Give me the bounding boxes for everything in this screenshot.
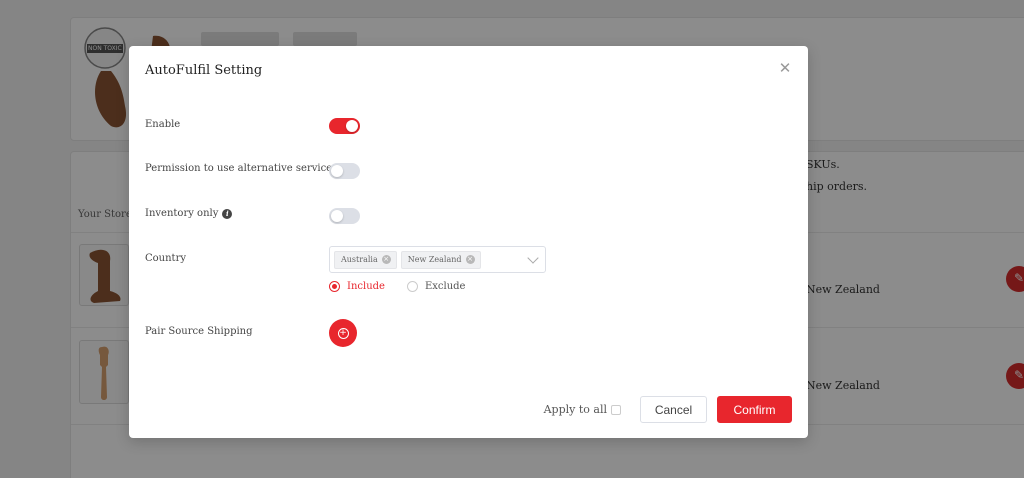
tag-remove-icon[interactable]: × bbox=[381, 255, 391, 264]
country-label: Country bbox=[145, 253, 186, 264]
country-tag-label: New Zealand bbox=[407, 255, 462, 264]
dialog-title: AutoFulfil Setting bbox=[145, 63, 263, 78]
country-select[interactable]: Australia × New Zealand × bbox=[329, 246, 546, 273]
close-icon[interactable]: ✕ bbox=[778, 61, 792, 76]
country-label-text: Country bbox=[145, 253, 187, 264]
toggle-knob bbox=[331, 165, 343, 177]
autofulfil-setting-dialog: AutoFulfil Setting ✕ Enable Permission t… bbox=[129, 46, 808, 438]
chevron-down-icon[interactable] bbox=[527, 252, 539, 264]
checkbox-box[interactable] bbox=[611, 404, 621, 415]
confirm-button[interactable]: Confirm bbox=[717, 396, 792, 423]
enable-label-text: Enable bbox=[145, 119, 181, 130]
pair-source-shipping-label: Pair Source Shipping bbox=[145, 326, 253, 337]
country-tag: New Zealand × bbox=[400, 250, 481, 269]
radio-dot bbox=[329, 281, 340, 292]
radio-exclude-label: Exclude bbox=[424, 281, 466, 292]
country-tag-label: Australia bbox=[341, 255, 378, 264]
info-icon[interactable]: i bbox=[222, 208, 233, 219]
pair-source-shipping-label-text: Pair Source Shipping bbox=[145, 326, 253, 337]
dialog-footer: Apply to all Cancel Confirm bbox=[544, 396, 792, 423]
apply-to-all-label: Apply to all bbox=[543, 403, 607, 416]
plus-circle-icon: + bbox=[337, 327, 349, 339]
enable-toggle[interactable] bbox=[329, 118, 360, 134]
cancel-button[interactable]: Cancel bbox=[640, 396, 707, 423]
inventory-only-label-text: Inventory only bbox=[145, 208, 219, 219]
inventory-only-label: Inventory only i bbox=[145, 208, 233, 219]
radio-dot bbox=[406, 281, 418, 292]
country-tag: Australia × bbox=[334, 250, 397, 269]
alt-service-label: Permission to use alternative service i bbox=[145, 163, 347, 174]
radio-include-label: Include bbox=[347, 281, 385, 292]
country-mode-radio-group: Include Exclude bbox=[329, 281, 465, 292]
enable-label: Enable bbox=[145, 119, 180, 130]
radio-exclude[interactable]: Exclude bbox=[406, 281, 466, 292]
inventory-only-toggle[interactable] bbox=[329, 208, 360, 224]
toggle-knob bbox=[331, 210, 343, 222]
apply-to-all-checkbox[interactable]: Apply to all bbox=[544, 403, 621, 416]
toggle-knob bbox=[346, 120, 358, 132]
radio-include[interactable]: Include bbox=[329, 281, 385, 292]
alt-service-label-text: Permission to use alternative service bbox=[145, 163, 333, 174]
alt-service-toggle[interactable] bbox=[329, 163, 360, 179]
add-pair-shipping-button[interactable]: + bbox=[329, 319, 357, 347]
tag-remove-icon[interactable]: × bbox=[465, 255, 475, 264]
